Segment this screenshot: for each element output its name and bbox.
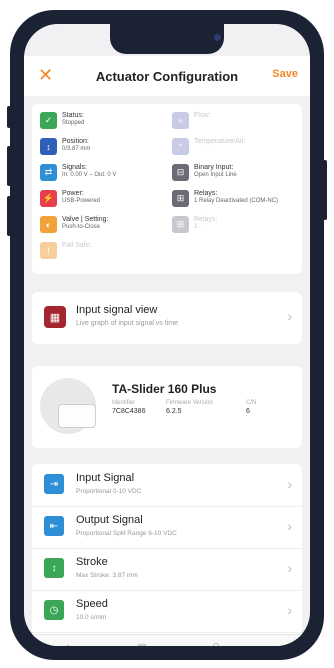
settings-item[interactable]: ⇤ Output Signal Proportional Split Range 6… [32, 506, 302, 549]
status-label: Status: [62, 112, 84, 119]
status-label: Binary Input: [194, 164, 234, 171]
chevron-right-icon: › [287, 560, 292, 576]
status-value: Stopped [62, 120, 85, 126]
settings-item-title: Speed [76, 598, 108, 610]
settings-item[interactable]: ◷ Speed 10.0 s/mm › [32, 590, 302, 633]
chevron-right-icon: › [287, 308, 292, 324]
temperature-icon: ° [172, 138, 189, 155]
failsafe-icon: ! [40, 242, 57, 259]
status-value: 1 Relay Deactivated (COM-NC) [194, 198, 279, 204]
speed-icon: ◷ [44, 600, 64, 620]
settings-list: ⇥ Input Signal Proportional 0-10 VDC › ⇤ Outp… [32, 464, 302, 639]
status-value: Open Input Line [194, 172, 237, 178]
status-label: Flow: [194, 112, 211, 119]
status-item: ↕ Position: 0/3.87 mm [40, 138, 90, 155]
input-signal-view-row[interactable]: ▦ Input signal view Live graph of input … [32, 292, 302, 344]
tab-bar: ⌂HyTune ▦Configurations ⚲Remote Control ⋯Mo… [24, 634, 310, 646]
identifier-field: Identifier 7C8C4386 [112, 400, 146, 415]
output-signal-icon: ⇤ [44, 516, 64, 536]
status-label: Power: [62, 190, 84, 197]
settings-item-title: Output Signal [76, 514, 143, 526]
mute-switch [7, 106, 11, 128]
more-icon: ⋯ [262, 641, 310, 646]
status-label: Relays: [194, 190, 218, 197]
status-item: ⇄ Signals: In: 0.00 V – Out: 0 V [40, 164, 116, 181]
status-item: ◐ Valve | Setting: Push-to-Close [40, 216, 108, 233]
power-icon: ⚡ [40, 190, 57, 207]
volume-down-button [7, 196, 11, 236]
camera [214, 34, 221, 41]
status-item: ! Fail Safe: [40, 242, 92, 259]
chevron-right-icon: › [287, 518, 292, 534]
power-button [323, 160, 327, 220]
settings-item[interactable]: ⇥ Input Signal Proportional 0-10 VDC › [32, 464, 302, 507]
notch [110, 24, 224, 54]
input-signal-icon: ⇥ [44, 474, 64, 494]
status-value: 2 - [194, 224, 202, 230]
status-item: ⊟ Binary Input: Open Input Line [172, 164, 237, 181]
tab-remote-control[interactable]: ⚲Remote Control [188, 641, 244, 646]
settings-item-subtitle: Proportional Split Range 6-10 VDC [76, 530, 177, 537]
phone-frame: ✕ Actuator Configuration Save ✓ Status: St… [7, 10, 327, 660]
status-label: Temperature/Air: [194, 138, 246, 145]
settings-item-subtitle: 10.0 s/mm [76, 614, 107, 621]
actuator-image [40, 378, 96, 434]
tab-configurations[interactable]: ▦Configurations [114, 641, 170, 646]
status-value: In: 0.00 V – Out: 0 V [62, 172, 117, 178]
status-item: ⊞ Relays: 2 - [172, 216, 217, 233]
volume-up-button [7, 146, 11, 186]
position-icon: ↕ [40, 138, 57, 155]
check-icon: ✓ [40, 112, 57, 129]
settings-item-subtitle: Proportional 0-10 VDC [76, 488, 142, 495]
status-label: Valve | Setting: [62, 216, 109, 223]
stroke-icon: ↕ [44, 558, 64, 578]
navigation-bar: ✕ Actuator Configuration Save [24, 56, 310, 96]
settings-item-title: Stroke [76, 556, 108, 568]
chevron-right-icon: › [287, 476, 292, 492]
status-value: Push-to-Close [62, 224, 101, 230]
input-signal-view-subtitle: Live graph of input signal vs time [76, 320, 178, 327]
grid-icon: ▦ [114, 641, 170, 646]
status-item: ✓ Status: Stopped [40, 112, 84, 129]
page-title: Actuator Configuration [95, 68, 239, 84]
graph-icon: ▦ [44, 306, 66, 328]
chevron-right-icon: › [287, 602, 292, 618]
device-name: TA-Slider 160 Plus [112, 382, 217, 396]
status-item: ° Temperature/Air: [172, 138, 246, 155]
valve-icon: ◐ [40, 216, 57, 233]
status-label: Relays: [194, 216, 218, 223]
cn-field: C/N 6 [246, 400, 257, 415]
status-item: ⊞ Relays: 1 Relay Deactivated (COM-NC) [172, 190, 278, 207]
status-value: 0/3.87 mm [62, 146, 91, 152]
remote-icon: ⚲ [188, 641, 244, 646]
status-item: ≈ Flow: [172, 112, 211, 129]
settings-item-subtitle: Max Stroke: 3.87 mm [76, 572, 138, 579]
status-label: Signals: [62, 164, 87, 171]
relay2-icon: ⊞ [172, 216, 189, 233]
relay-icon: ⊞ [172, 190, 189, 207]
save-button[interactable]: Save [272, 68, 298, 80]
phone-screen: ✕ Actuator Configuration Save ✓ Status: St… [24, 24, 310, 646]
settings-item-title: Input Signal [76, 472, 135, 484]
status-label: Position: [62, 138, 89, 145]
home-icon: ⌂ [40, 641, 96, 646]
firmware-field: Firmware Version 6.2.5 [166, 400, 213, 415]
input-signal-view-title: Input signal view [76, 304, 158, 316]
status-label: Fail Safe: [62, 242, 92, 249]
status-value: USB-Powered [62, 198, 101, 204]
tab-hytune[interactable]: ⌂HyTune [40, 641, 96, 646]
flow-icon: ≈ [172, 112, 189, 129]
device-card: TA-Slider 160 Plus Identifier 7C8C4386 Fi… [32, 366, 302, 448]
signal-icon: ⇄ [40, 164, 57, 181]
status-item: ⚡ Power: USB-Powered [40, 190, 100, 207]
close-icon[interactable]: ✕ [38, 64, 53, 86]
tab-more[interactable]: ⋯More [262, 641, 310, 646]
status-card: ✓ Status: Stopped ≈ Flow: ↕ Position: 0/3.87 mm… [32, 104, 302, 274]
settings-item[interactable]: ↕ Stroke Max Stroke: 3.87 mm › [32, 548, 302, 591]
binary-input-icon: ⊟ [172, 164, 189, 181]
